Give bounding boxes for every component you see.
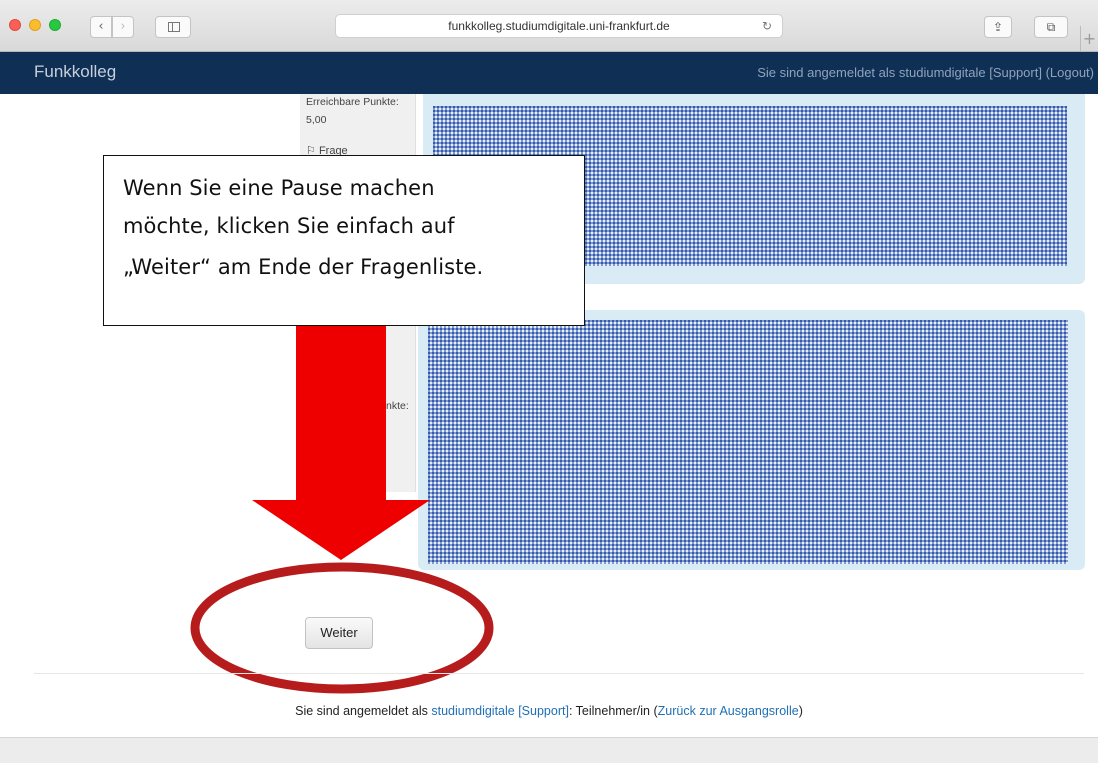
annotation-overlay	[190, 326, 494, 694]
callout-line-3: „Weiter“ am Ende der Fragenliste.	[123, 255, 484, 279]
footer-suffix: )	[798, 704, 803, 718]
weiter-button[interactable]: Weiter	[305, 617, 373, 649]
return-to-role-link[interactable]: Zurück zur Ausgangsrolle	[658, 704, 799, 718]
red-arrow	[252, 326, 430, 560]
footer-divider	[34, 673, 1084, 674]
footer-login-info: Sie sind angemeldet als studiumdigitale …	[0, 704, 1098, 718]
callout-line-2: möchte, klicken Sie einfach auf	[123, 214, 455, 238]
footer-middle: : Teilnehmer/in (	[568, 704, 658, 718]
instruction-callout: Wenn Sie eine Pause machen möchte, klick…	[103, 155, 585, 326]
callout-line-1: Wenn Sie eine Pause machen	[123, 176, 435, 200]
footer-prefix: Sie sind angemeldet als	[295, 704, 432, 718]
browser-status-bar	[0, 737, 1098, 763]
footer-user-link[interactable]: studiumdigitale [Support]	[431, 704, 569, 718]
